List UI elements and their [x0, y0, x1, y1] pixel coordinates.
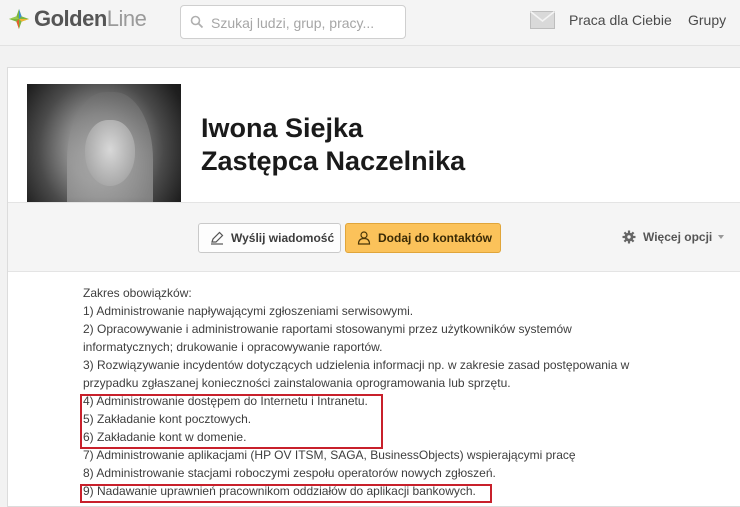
logo-text-line: Line [106, 6, 147, 31]
add-contact-label: Dodaj do kontaktów [378, 231, 492, 245]
duties-heading: Zakres obowiązków: [83, 286, 192, 300]
more-options-label: Więcej opcji [643, 230, 713, 244]
search-icon [190, 15, 204, 29]
profile-action-bar: Wyślij wiadomość Dodaj do kontaktów Więc… [8, 202, 740, 272]
duties-section: Zakres obowiązków: 1) Administrowanie na… [83, 284, 683, 500]
duty-item: 1) Administrowanie napływającymi zgłosze… [83, 304, 414, 318]
logo-star-icon [9, 9, 29, 29]
gear-icon [622, 230, 636, 244]
search-input[interactable] [211, 13, 399, 33]
more-options-button[interactable]: Więcej opcji [622, 230, 725, 244]
chevron-down-icon [718, 235, 725, 239]
add-contact-button[interactable]: Dodaj do kontaktów [345, 223, 501, 253]
send-message-label: Wyślij wiadomość [231, 231, 335, 245]
duty-item: informatycznych; drukowanie i opracowywa… [83, 340, 383, 354]
send-message-button[interactable]: Wyślij wiadomość [198, 223, 341, 253]
pencil-icon [211, 231, 224, 245]
top-bar: GoldenLine Praca dla Ciebie Grupy [0, 0, 740, 46]
logo-text-golden: Golden [34, 6, 107, 31]
duty-item: 3) Rozwiązywanie incydentów dotyczących … [83, 358, 630, 372]
profile-card: Iwona Siejka Zastępca Naczelnika Wyślij … [7, 67, 740, 507]
duty-item: 8) Administrowanie stacjami roboczymi ze… [83, 466, 496, 480]
mail-icon[interactable] [530, 11, 555, 29]
nav-jobs-link[interactable]: Praca dla Ciebie [569, 12, 672, 28]
search-box[interactable] [180, 5, 406, 39]
highlight-box-item-9 [80, 484, 492, 503]
nav-groups-link[interactable]: Grupy [688, 12, 726, 28]
duty-item: 2) Opracowywanie i administrowanie rapor… [83, 322, 572, 336]
goldenline-logo[interactable]: GoldenLine [7, 6, 147, 31]
profile-title: Zastępca Naczelnika [201, 146, 466, 176]
highlight-box-items-4-6 [80, 394, 383, 449]
profile-name: Iwona Siejka [201, 113, 364, 143]
duty-item: przypadku zgłaszanej konieczności zainst… [83, 376, 511, 390]
person-add-icon [357, 231, 371, 245]
